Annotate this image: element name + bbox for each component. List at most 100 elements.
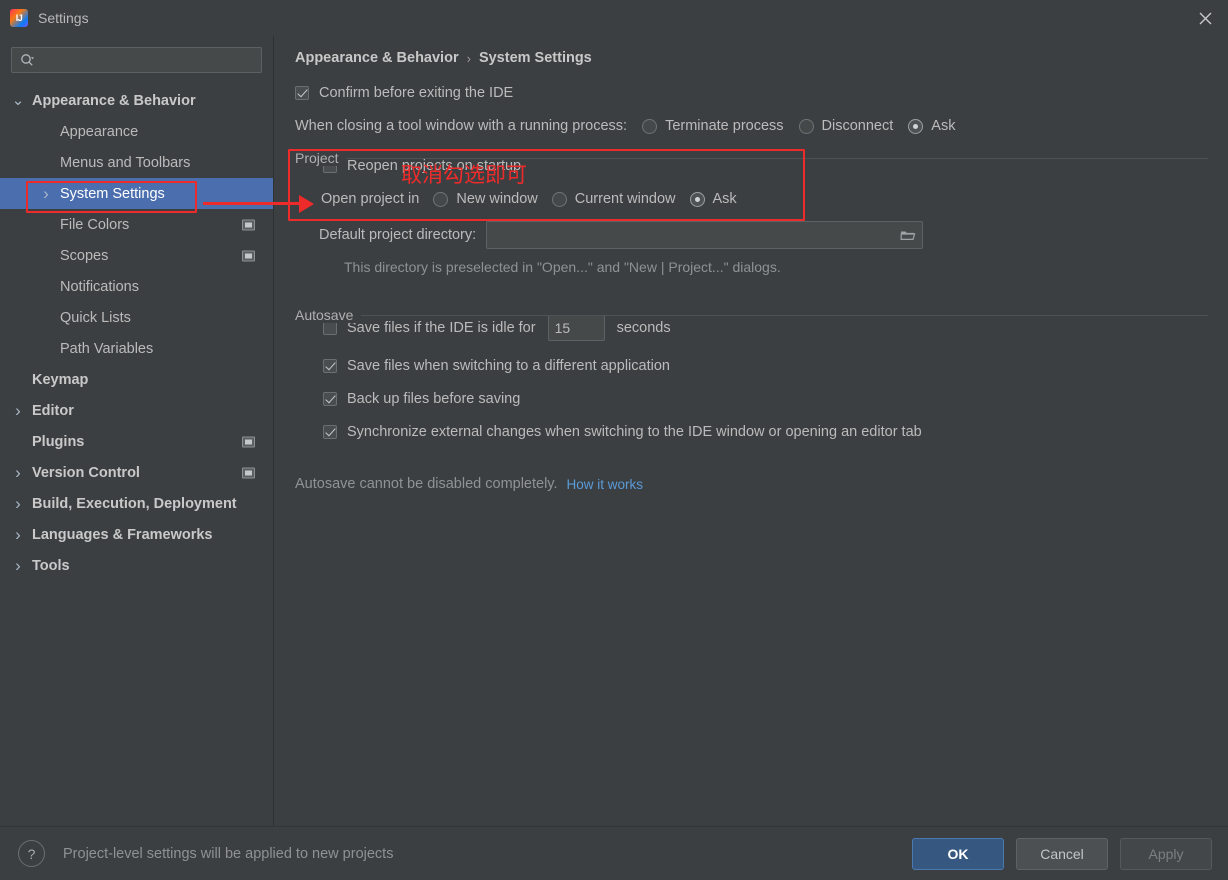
- reopen-projects-label: Reopen projects on startup: [347, 158, 522, 174]
- intellij-idea-icon: [10, 9, 28, 27]
- project-group-divider: [295, 158, 1208, 159]
- apply-button: Apply: [1120, 837, 1212, 870]
- radio-terminate-process-label: Terminate process: [665, 118, 784, 134]
- sidebar-item-appearance-behavior[interactable]: ⌄ Appearance & Behavior: [0, 85, 273, 116]
- footer-note: Project-level settings will be applied t…: [63, 845, 394, 862]
- open-project-in-label: Open project in: [321, 191, 420, 207]
- settings-dialog: Settings ⌄Appearance & BehaviorAppearanc…: [0, 0, 1228, 880]
- sidebar-item-label: Languages & Frameworks: [32, 526, 213, 543]
- sidebar-item-label: Build, Execution, Deployment: [32, 495, 237, 512]
- radio-ask-closing[interactable]: [908, 118, 924, 134]
- chevron-right-icon: ›: [15, 493, 21, 513]
- sidebar-item-label: Notifications: [60, 278, 139, 295]
- radio-current-window[interactable]: [551, 191, 567, 207]
- close-icon[interactable]: [1182, 0, 1228, 36]
- sidebar-item-label: Tools: [32, 557, 70, 574]
- sidebar-item-file-colors[interactable]: File Colors: [0, 209, 273, 240]
- radio-terminate-process[interactable]: [642, 118, 658, 134]
- sidebar-item-quick-lists[interactable]: Quick Lists: [0, 302, 273, 333]
- cancel-button[interactable]: Cancel: [1016, 837, 1108, 870]
- ok-button[interactable]: OK: [912, 837, 1004, 870]
- search-box[interactable]: [11, 47, 262, 73]
- title-bar: Settings: [0, 0, 1228, 36]
- sidebar-item-label: Editor: [32, 402, 74, 419]
- sidebar-item-appearance[interactable]: Appearance: [0, 116, 273, 147]
- settings-sidebar: ⌄ Appearance & Behavior Appearance Menus an…: [0, 36, 274, 826]
- idle-save-row: Save files if the IDE is idle for second…: [323, 315, 1208, 341]
- chevron-down-icon: ⌄: [11, 91, 25, 109]
- chevron-right-icon: ›: [15, 462, 21, 482]
- reopen-projects-row[interactable]: Reopen projects on startup: [323, 158, 1208, 174]
- radio-new-window-label: New window: [456, 191, 538, 207]
- breadcrumb-current: System Settings: [478, 50, 592, 66]
- sync-external-changes-checkbox[interactable]: [323, 425, 337, 439]
- project-group-title: Project: [295, 150, 347, 166]
- sidebar-item-languages-frameworks[interactable]: › Languages & Frameworks: [0, 519, 273, 550]
- sidebar-item-label: System Settings: [60, 185, 165, 202]
- default-project-directory-field[interactable]: [486, 221, 924, 249]
- question-mark-icon[interactable]: ?: [18, 840, 45, 867]
- sidebar-item-label: Appearance & Behavior: [32, 92, 196, 109]
- idle-save-label-after: seconds: [616, 320, 671, 336]
- autosave-group: Autosave Save files if the IDE is idle f…: [295, 307, 1208, 492]
- open-project-in-row: Open project in New window Current windo…: [321, 191, 1208, 207]
- sidebar-item-label: Version Control: [32, 464, 140, 481]
- autosave-switch-app-label: Save files when switching to a different…: [347, 358, 670, 374]
- window-title: Settings: [38, 10, 89, 26]
- breadcrumb-parent[interactable]: Appearance & Behavior: [295, 50, 459, 66]
- idle-seconds-input[interactable]: [547, 315, 605, 341]
- project-level-indicator-icon: [242, 250, 255, 261]
- backup-files-row[interactable]: Back up files before saving: [323, 391, 1208, 407]
- default-project-directory-input[interactable]: [487, 223, 895, 247]
- sync-external-changes-row[interactable]: Synchronize external changes when switch…: [323, 424, 1208, 440]
- sidebar-item-plugins[interactable]: Plugins: [0, 426, 273, 457]
- radio-disconnect[interactable]: [798, 118, 814, 134]
- sidebar-item-keymap[interactable]: Keymap: [0, 364, 273, 395]
- project-level-indicator-icon: [242, 436, 255, 447]
- project-level-indicator-icon: [242, 219, 255, 230]
- autosave-group-divider: [295, 315, 1208, 316]
- sidebar-item-path-variables[interactable]: Path Variables: [0, 333, 273, 364]
- search-input[interactable]: [34, 49, 261, 71]
- chevron-right-icon: ›: [15, 524, 21, 544]
- sidebar-item-tools[interactable]: › Tools: [0, 550, 273, 581]
- sidebar-item-label: Plugins: [32, 433, 85, 450]
- radio-ask-open-project-label: Ask: [712, 191, 737, 207]
- backup-files-label: Back up files before saving: [347, 391, 521, 407]
- sidebar-item-menus-and-toolbars[interactable]: Menus and Toolbars: [0, 147, 273, 178]
- closing-tool-window-row: When closing a tool window with a runnin…: [295, 118, 1208, 134]
- sidebar-item-label: Scopes: [60, 247, 109, 264]
- confirm-exit-row[interactable]: Confirm before exiting the IDE: [295, 85, 1208, 101]
- autosave-switch-app-row[interactable]: Save files when switching to a different…: [323, 358, 1208, 374]
- how-it-works-link[interactable]: How it works: [567, 477, 644, 492]
- autosave-switch-app-checkbox[interactable]: [323, 359, 337, 373]
- radio-new-window[interactable]: [433, 191, 449, 207]
- radio-ask-closing-label: Ask: [931, 118, 956, 134]
- sidebar-item-system-settings[interactable]: › System Settings: [0, 178, 273, 209]
- default-project-directory-hint: This directory is preselected in "Open..…: [344, 259, 781, 275]
- confirm-exit-checkbox[interactable]: [295, 86, 309, 100]
- settings-tree: ⌄ Appearance & Behavior Appearance Menus an…: [0, 85, 273, 581]
- sidebar-item-label: Keymap: [32, 371, 89, 388]
- sidebar-item-label: File Colors: [60, 216, 130, 233]
- confirm-exit-label: Confirm before exiting the IDE: [319, 85, 514, 101]
- chevron-right-icon: ›: [15, 400, 21, 420]
- sidebar-item-label: Path Variables: [60, 340, 154, 357]
- sidebar-item-label: Quick Lists: [60, 309, 131, 326]
- idle-save-label-before: Save files if the IDE is idle for: [347, 320, 536, 336]
- sidebar-item-label: Menus and Toolbars: [60, 154, 191, 171]
- folder-icon[interactable]: [894, 222, 922, 248]
- default-project-directory-row: Default project directory:: [319, 221, 1208, 249]
- sidebar-item-notifications[interactable]: Notifications: [0, 271, 273, 302]
- radio-ask-open-project[interactable]: [689, 191, 705, 207]
- breadcrumb: Appearance & Behavior › System Settings: [295, 50, 1208, 66]
- sync-external-changes-label: Synchronize external changes when switch…: [347, 424, 922, 440]
- sidebar-item-build-execution-deployment[interactable]: › Build, Execution, Deployment: [0, 488, 273, 519]
- sidebar-item-editor[interactable]: › Editor: [0, 395, 273, 426]
- dialog-buttons: OK Cancel Apply: [912, 837, 1212, 870]
- project-group: Project Reopen projects on startup Open …: [295, 150, 1208, 275]
- sidebar-item-version-control[interactable]: › Version Control: [0, 457, 273, 488]
- idle-save-checkbox[interactable]: [323, 321, 337, 335]
- backup-files-checkbox[interactable]: [323, 392, 337, 406]
- sidebar-item-scopes[interactable]: Scopes: [0, 240, 273, 271]
